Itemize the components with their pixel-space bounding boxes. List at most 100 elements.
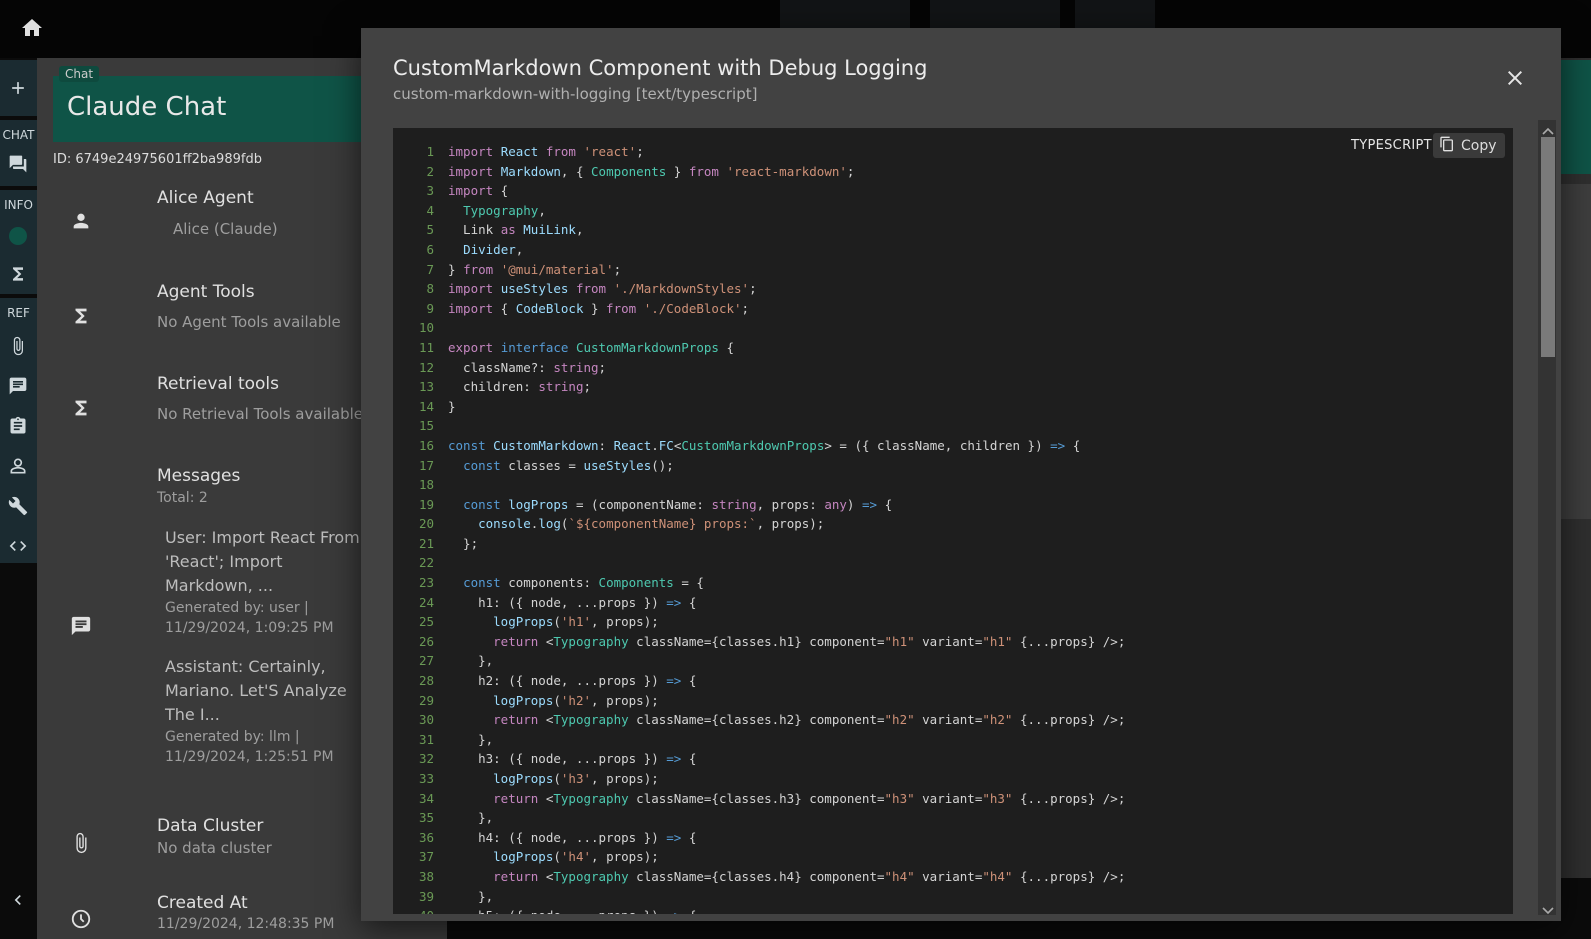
code-line: 39 }, <box>393 887 1513 907</box>
line-number: 35 <box>418 810 434 826</box>
data-cluster-title: Data Cluster <box>157 816 264 836</box>
rail-label-info: INFO <box>4 198 33 212</box>
sigma-icon[interactable] <box>8 264 28 284</box>
code-line: 40 h5: ({ node, ...props }) => { <box>393 906 1513 914</box>
code-text: } from '@mui/material'; <box>448 261 622 277</box>
line-number: 33 <box>418 771 434 786</box>
code-text: }, <box>448 653 494 669</box>
line-number: 28 <box>418 673 434 689</box>
code-line: 7 } from '@mui/material'; <box>393 260 1513 280</box>
line-number: 10 <box>418 320 434 336</box>
chat-icon[interactable] <box>8 154 28 174</box>
code-line: 25 logProps('h1', props); <box>393 612 1513 632</box>
line-number: 29 <box>418 692 434 708</box>
code-text: }, <box>448 810 494 826</box>
created-at-title: Created At <box>157 893 248 913</box>
code-line: 4 Typography, <box>393 201 1513 221</box>
code-text: Typography, <box>463 202 546 218</box>
clipboard-icon[interactable] <box>8 416 28 436</box>
line-number: 37 <box>418 849 434 865</box>
add-icon[interactable] <box>8 78 28 98</box>
person-icon[interactable] <box>8 456 28 476</box>
copy-icon <box>1439 136 1455 156</box>
code-line: 10 <box>393 318 1513 338</box>
line-number: 38 <box>418 868 434 884</box>
message-preview[interactable]: Assistant: Certainly, Mariano. Let'S Ana… <box>165 655 365 727</box>
code-line: 38 return <Typography className={classes… <box>393 867 1513 887</box>
line-number: 32 <box>418 751 434 767</box>
line-number: 36 <box>418 829 434 845</box>
line-number: 18 <box>418 477 434 493</box>
wrench-icon[interactable] <box>8 496 28 516</box>
message-icon[interactable] <box>8 376 28 396</box>
home-icon[interactable] <box>20 16 44 40</box>
collapse-chevron-icon[interactable] <box>8 890 28 910</box>
agent-tools-empty: No Agent Tools available <box>157 313 341 331</box>
code-line: 13 children: string; <box>393 377 1513 397</box>
rail-label-chat: CHAT <box>2 128 35 142</box>
code-line: 37 logProps('h4', props); <box>393 847 1513 867</box>
line-number: 5 <box>426 222 434 238</box>
code-text: const CustomMarkdown: React.FC<CustomMar… <box>448 437 1081 453</box>
code-line: 11 export interface CustomMarkdownProps { <box>393 338 1513 358</box>
line-number: 8 <box>426 281 434 297</box>
chat-title: Claude Chat <box>67 92 227 122</box>
scroll-up-icon[interactable] <box>1541 122 1555 135</box>
line-number: 7 <box>426 261 434 277</box>
code-text: } <box>448 398 456 414</box>
message-meta: Generated by: user | 11/29/2024, 1:09:25… <box>165 600 334 636</box>
ref-section: REF <box>0 298 37 563</box>
line-number: 14 <box>418 398 434 414</box>
code-line: 35 }, <box>393 808 1513 828</box>
code-line: 19 const logProps = (componentName: stri… <box>393 495 1513 515</box>
code-line: 17 const classes = useStyles(); <box>393 456 1513 476</box>
code-line: 12 className?: string; <box>393 358 1513 378</box>
copy-button[interactable]: Copy <box>1433 133 1505 158</box>
close-icon[interactable] <box>1503 66 1527 90</box>
code-text: }, <box>448 731 494 747</box>
code-line: 27 }, <box>393 651 1513 671</box>
code-lines: 1 import React from 'react'; 2 import Markd… <box>393 142 1513 914</box>
copy-label: Copy <box>1461 137 1497 154</box>
person-icon <box>70 210 92 232</box>
code-text: logProps('h3', props); <box>493 771 659 786</box>
code-text: return <Typography className={classes.h1… <box>493 633 1126 649</box>
sigma-icon <box>70 397 92 419</box>
message-preview[interactable]: User: Import React From 'React'; Import … <box>165 526 365 598</box>
scroll-down-icon[interactable] <box>1541 902 1555 915</box>
code-text: h5: ({ node, ...props }) => { <box>448 906 696 914</box>
code-text: import { <box>448 183 509 199</box>
attachment-icon <box>70 832 92 854</box>
code-icon[interactable] <box>8 536 28 556</box>
code-line: 23 const components: Components = { <box>393 573 1513 593</box>
code-line: 6 Divider, <box>393 240 1513 260</box>
code-text: import useStyles from './MarkdownStyles'… <box>448 281 757 297</box>
code-line: 34 return <Typography className={classes… <box>393 789 1513 809</box>
agent-status-dot[interactable] <box>8 226 28 246</box>
code-line: 9 import { CodeBlock } from './CodeBlock'… <box>393 299 1513 319</box>
code-text: logProps('h2', props); <box>493 692 659 708</box>
line-number: 40 <box>393 906 448 914</box>
line-number: 27 <box>418 653 434 669</box>
modal-title: CustomMarkdown Component with Debug Logg… <box>393 56 928 80</box>
code-text: const components: Components = { <box>463 575 704 591</box>
retrieval-tools-title: Retrieval tools <box>157 374 279 394</box>
line-number: 30 <box>418 712 434 728</box>
info-section: INFO <box>0 190 37 294</box>
code-line: 33 logProps('h3', props); <box>393 769 1513 789</box>
left-rail: CHAT INFO REF <box>0 58 37 939</box>
code-text: import React from 'react'; <box>448 144 644 159</box>
line-number: 24 <box>418 594 434 610</box>
code-line: 31 }, <box>393 730 1513 750</box>
language-label: TYPESCRIPT <box>1351 138 1432 153</box>
code-scrollbar-thumb[interactable] <box>1541 137 1555 357</box>
code-text: h2: ({ node, ...props }) => { <box>448 673 697 689</box>
code-block[interactable]: 1 import React from 'react'; 2 import Markd… <box>393 128 1513 914</box>
code-text: import Markdown, { Components } from 're… <box>448 163 855 179</box>
code-line: 24 h1: ({ node, ...props }) => { <box>393 593 1513 613</box>
attachment-icon[interactable] <box>8 336 28 356</box>
line-number: 13 <box>418 379 434 395</box>
line-number: 23 <box>418 575 434 591</box>
line-number: 26 <box>418 633 434 649</box>
code-line: 8 import useStyles from './MarkdownStyles… <box>393 279 1513 299</box>
